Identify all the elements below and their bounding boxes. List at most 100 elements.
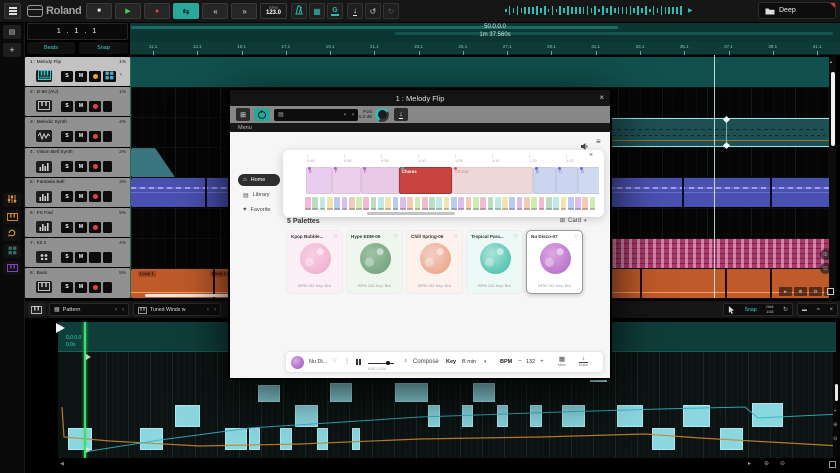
- chord-block[interactable]: [568, 197, 574, 210]
- section-block-d[interactable]: D: [578, 167, 599, 194]
- save-button[interactable]: ↓: [347, 3, 363, 19]
- chord-block[interactable]: [407, 197, 413, 210]
- solo-button[interactable]: S: [61, 222, 73, 233]
- piano-roll-rail-button[interactable]: [3, 261, 21, 275]
- chord-block[interactable]: [385, 197, 391, 210]
- midi-note[interactable]: [562, 405, 585, 427]
- midi-note[interactable]: [258, 385, 280, 402]
- timeline-area[interactable]: 50.0.0.0 1m 37.560s: [130, 22, 840, 55]
- palette-favorite-icon[interactable]: ♡: [333, 234, 338, 240]
- plugin-close-icon[interactable]: ×: [599, 93, 604, 102]
- palette-card-2[interactable]: Hype EDM-05♡BPM 132 Key: Bm: [346, 230, 403, 294]
- mute-button[interactable]: M: [75, 161, 87, 172]
- project-deep-button[interactable]: Deep: [758, 2, 836, 19]
- palette-card-4[interactable]: Tropical Para...♡BPM 132 Key: Bm: [466, 230, 523, 294]
- solo-button[interactable]: S: [61, 101, 73, 112]
- mute-button[interactable]: M: [75, 252, 87, 263]
- chord-block[interactable]: [363, 197, 369, 210]
- record-arm-button[interactable]: [89, 282, 101, 293]
- grid-view-rail-button[interactable]: [3, 244, 21, 258]
- mini-zoom-out-button[interactable]: ⊖: [809, 287, 822, 296]
- midi-note[interactable]: [352, 428, 360, 450]
- midi-note[interactable]: [295, 405, 318, 427]
- mini-zoom-in-button[interactable]: ⊕: [794, 287, 807, 296]
- chord-block[interactable]: [342, 197, 348, 210]
- palette-card-3[interactable]: Chill Spring-06♡BPM 132 Key: Bm: [406, 230, 463, 294]
- chord-block[interactable]: [509, 197, 515, 210]
- record-arm-button[interactable]: [89, 71, 101, 82]
- chord-block[interactable]: [320, 197, 326, 210]
- key-value[interactable]: B min: [462, 359, 476, 365]
- instrument-prev-icon[interactable]: ‹: [207, 307, 209, 313]
- track-header-6[interactable]: 6 : FX Pad5%SM: [25, 208, 130, 237]
- bpm-display[interactable]: BPM 123.0: [260, 3, 287, 19]
- plugin-grid-button[interactable]: ⊞: [236, 108, 250, 121]
- extra-slot-button[interactable]: [103, 131, 112, 142]
- mini-fullscreen-button[interactable]: [824, 287, 837, 296]
- instrument-panel-button[interactable]: [28, 303, 45, 316]
- grid-size-selector[interactable]: Grid1/16: [766, 305, 773, 313]
- chord-block[interactable]: [466, 197, 472, 210]
- mixer-button[interactable]: ▦ Mixer: [558, 355, 566, 367]
- chord-block[interactable]: [458, 197, 464, 210]
- record-arm-button[interactable]: [89, 101, 101, 112]
- track-grid-button[interactable]: [103, 71, 116, 82]
- chord-block[interactable]: [575, 197, 581, 210]
- groove-button[interactable]: G: [327, 3, 343, 19]
- editor-scroll-down-icon[interactable]: ▾: [834, 408, 836, 414]
- instrument-next-icon[interactable]: ›: [214, 307, 216, 313]
- midi-note[interactable]: [175, 405, 200, 427]
- chord-block[interactable]: [436, 197, 442, 210]
- chord-block[interactable]: [334, 197, 340, 210]
- sidebar-item-favorite[interactable]: ♥Favorite: [238, 204, 280, 216]
- midi-note[interactable]: [395, 383, 428, 402]
- mixer-rail-button[interactable]: [3, 193, 21, 207]
- loop-region-bar[interactable]: [131, 26, 618, 29]
- midi-note[interactable]: [225, 428, 247, 450]
- collapse-arrow-icon[interactable]: ‹: [120, 72, 122, 78]
- midi-note[interactable]: [330, 383, 352, 402]
- pattern-selector[interactable]: ▦ Pattern ‹ ›: [49, 303, 129, 316]
- mute-button[interactable]: M: [75, 101, 87, 112]
- vscroll-thumb[interactable]: [831, 72, 835, 146]
- loop-end-flag-icon[interactable]: [86, 447, 91, 453]
- chord-block[interactable]: [502, 197, 508, 210]
- solo-button[interactable]: S: [61, 71, 73, 82]
- player-thumbnail[interactable]: [291, 356, 304, 369]
- pause-icon[interactable]: [356, 359, 358, 365]
- melody-flip-plugin-window[interactable]: 1 : Melody Flip × ⊞ ▤ ‹ › Post-5.0 dB ↓ …: [228, 88, 612, 380]
- chord-block[interactable]: [378, 197, 384, 210]
- chord-block[interactable]: [422, 197, 428, 210]
- extra-slot-button[interactable]: [103, 101, 112, 112]
- forward-button[interactable]: »: [231, 3, 257, 19]
- chord-block[interactable]: [400, 197, 406, 210]
- player-favorite-icon[interactable]: ♡: [332, 358, 337, 364]
- record-arm-button[interactable]: [89, 222, 101, 233]
- chord-block[interactable]: [495, 197, 501, 210]
- groove-grid-button[interactable]: ▦: [309, 3, 325, 19]
- chord-block[interactable]: [539, 197, 545, 210]
- play-button[interactable]: ▶: [115, 3, 141, 19]
- editor-zoom-out-icon[interactable]: ⊖: [833, 436, 838, 442]
- midi-note[interactable]: [428, 405, 440, 427]
- add-track-button[interactable]: +: [3, 43, 21, 57]
- chord-block[interactable]: [444, 197, 450, 210]
- chord-block[interactable]: [305, 197, 311, 210]
- midi-note[interactable]: [683, 405, 710, 427]
- solo-button[interactable]: S: [61, 282, 73, 293]
- midi-note[interactable]: [617, 405, 643, 427]
- track-header-2[interactable]: 2 : D-50 (AU)1%SM: [25, 87, 130, 116]
- structure-close-icon[interactable]: ×: [589, 152, 593, 159]
- palette-card-5[interactable]: Nu Disco-07♡BPM 132 Key: Bm: [526, 230, 583, 294]
- status-zoom-out-icon[interactable]: ⊖: [780, 460, 785, 467]
- status-fullscreen-icon[interactable]: [829, 461, 836, 468]
- record-button[interactable]: ●: [144, 3, 170, 19]
- track-header-7[interactable]: 7 : Kit 24%SM: [25, 238, 130, 267]
- loop-toggle-icon[interactable]: ↻: [783, 306, 788, 313]
- loop-browser-rail-button[interactable]: [3, 227, 21, 241]
- section-block-c[interactable]: C: [556, 167, 578, 194]
- palette-favorite-icon[interactable]: ♡: [393, 234, 398, 240]
- chord-block[interactable]: [480, 197, 486, 210]
- preset-selector[interactable]: ▤ ‹ ›: [274, 109, 358, 121]
- editor-zoom-in-icon[interactable]: ⊕: [833, 422, 838, 428]
